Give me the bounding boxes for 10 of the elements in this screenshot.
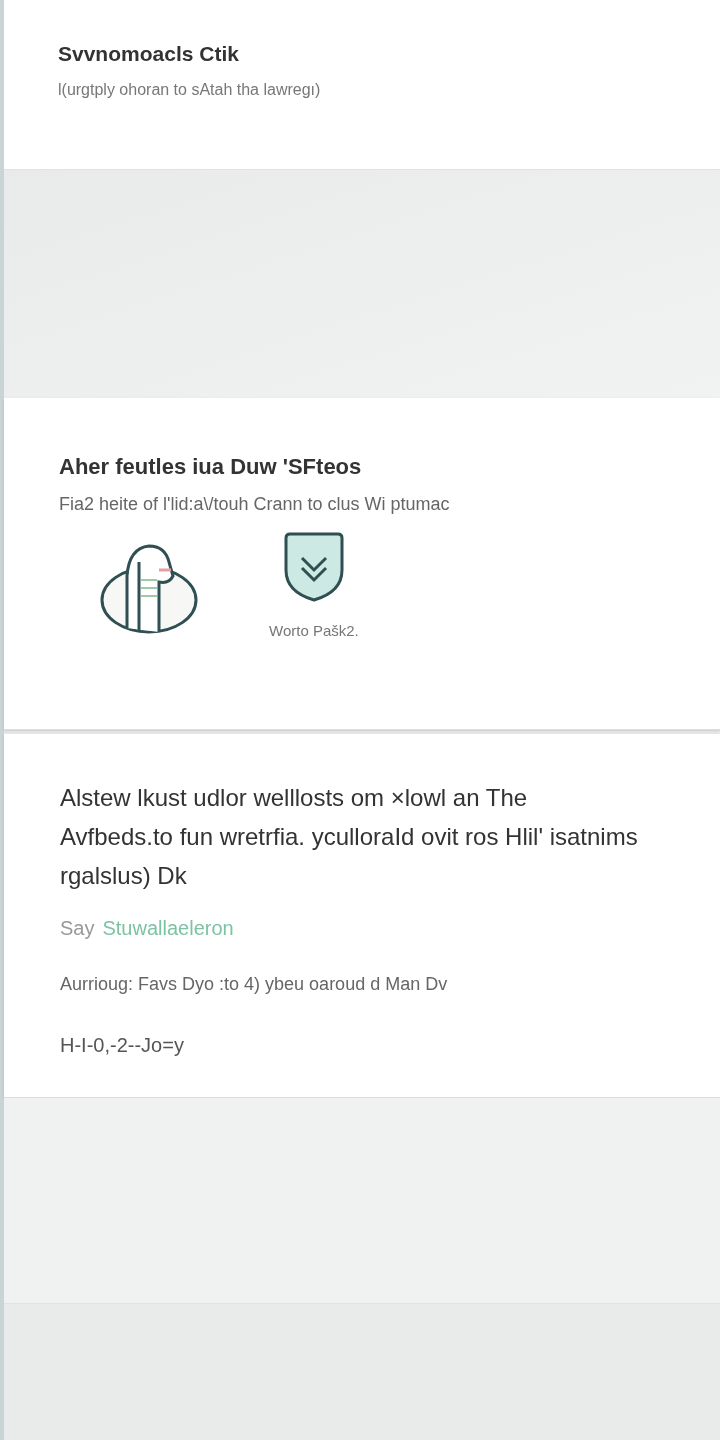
note-text: Aurrioug: Favs Dyo :to 4) ybeu oaroud d Man Dv	[60, 973, 449, 996]
link[interactable]: Stuwallaeleron	[102, 913, 234, 943]
prefix-text: Say	[60, 916, 95, 941]
info-paragraph: Alstew lkust udlor welllosts om ×lowl an The Avfbeds.to fun wretrfia. yculloraId ovit ros Hlil' isatnims rgalslus) Dk	[60, 783, 639, 891]
section-title: Aher feutles iua Duw 'SFteos	[59, 453, 363, 481]
section-subtitle: Fia2 heite of l'lid:a\/touh Crann to clus Wi ptumac	[59, 493, 451, 516]
page-subtitle: l(urgtply ohoran to sAtah tha lawregı)	[58, 79, 322, 100]
page-title: Svvnomoacls Ctik	[58, 41, 240, 67]
icon-label: Worto Pašk2.	[269, 621, 359, 641]
code-text: H-I-0,-2--Jo=y	[60, 1033, 185, 1058]
